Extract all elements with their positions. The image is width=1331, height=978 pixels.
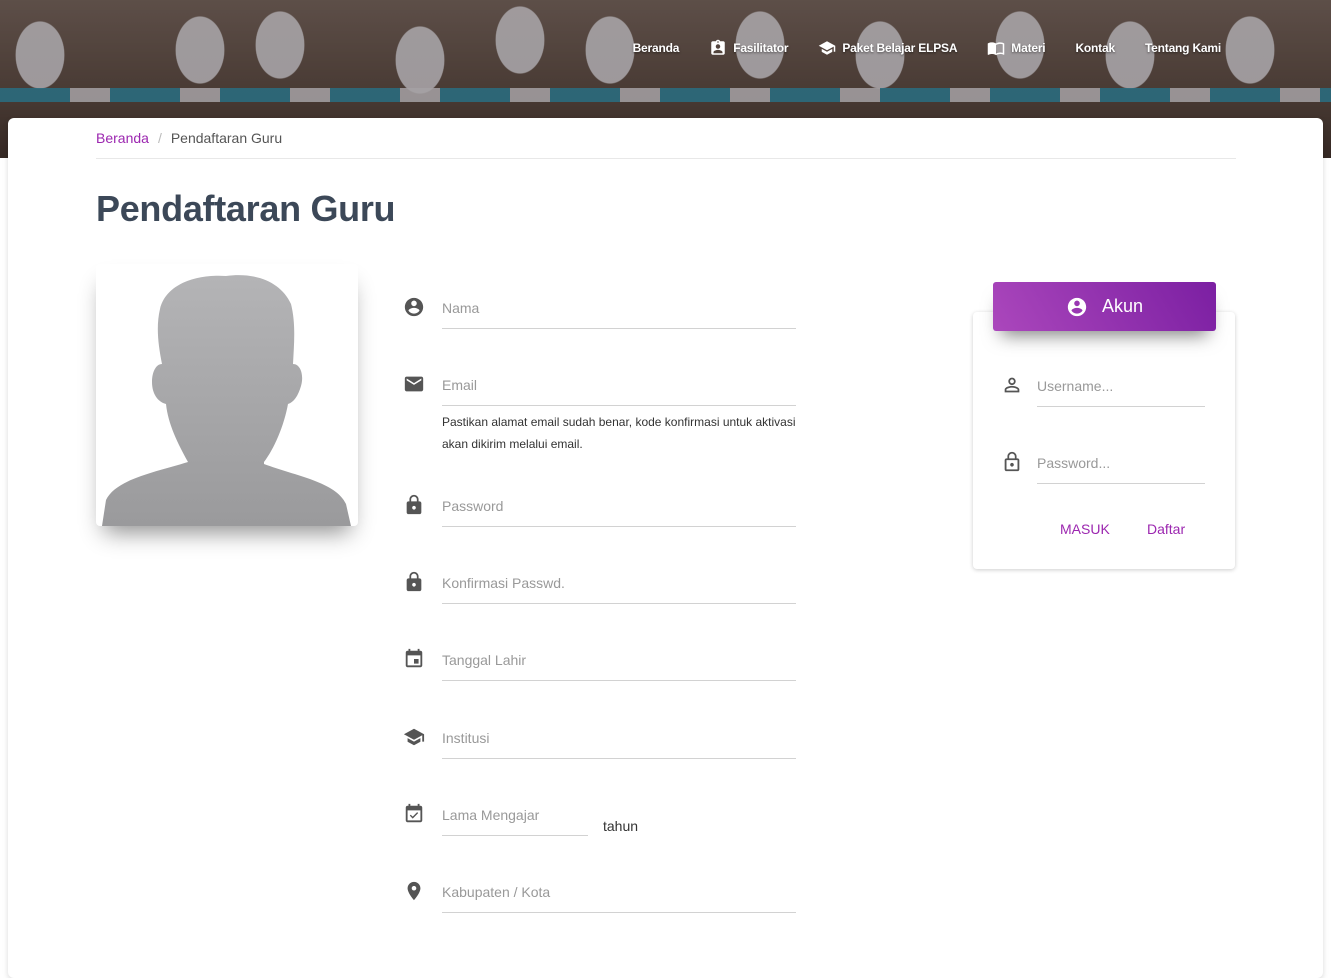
institusi-input[interactable] [442, 726, 796, 759]
email-field [403, 373, 803, 413]
nama-field [403, 296, 803, 336]
location-pin-icon [403, 880, 427, 904]
masuk-button[interactable]: MASUK [1052, 515, 1118, 543]
top-navigation: Beranda Fasilitator Paket Belajar ELPSA … [603, 38, 1221, 58]
tanggal-lahir-input[interactable] [442, 648, 796, 681]
nama-input[interactable] [442, 296, 796, 329]
kabupaten-input[interactable] [442, 880, 796, 913]
breadcrumb: Beranda / Pendaftaran Guru [96, 130, 282, 146]
nav-item-materi[interactable]: Materi [987, 39, 1046, 57]
password-field [403, 494, 803, 534]
book-icon [988, 42, 1005, 56]
breadcrumb-separator: / [157, 130, 162, 146]
nav-item-beranda[interactable]: Beranda [633, 41, 680, 55]
lama-mengajar-input[interactable] [442, 803, 588, 836]
login-password-field [1001, 451, 1211, 491]
password-input[interactable] [442, 494, 796, 527]
username-input[interactable] [1037, 374, 1205, 407]
badge-icon [711, 39, 725, 55]
person-outline-icon [1001, 374, 1023, 401]
breadcrumb-home-link[interactable]: Beranda [96, 130, 149, 146]
profile-photo-placeholder[interactable] [96, 264, 358, 526]
konfirmasi-password-input[interactable] [442, 571, 796, 604]
email-input[interactable] [442, 373, 796, 406]
nav-label: Materi [1011, 41, 1046, 55]
kabupaten-field [403, 880, 803, 920]
nav-item-kontak[interactable]: Kontak [1075, 41, 1115, 55]
konfirmasi-password-field [403, 571, 803, 611]
lock-icon [403, 571, 427, 595]
nav-label: Kontak [1075, 41, 1115, 55]
nav-label: Fasilitator [733, 41, 789, 55]
nav-item-fasilitator[interactable]: Fasilitator [709, 39, 789, 57]
nav-label: Tentang Kami [1144, 41, 1221, 55]
nav-label: Beranda [632, 41, 680, 55]
school-icon [819, 41, 836, 55]
main-card: Beranda / Pendaftaran Guru Pendaftaran Gur… [8, 118, 1323, 978]
mail-icon [403, 373, 427, 397]
person-silhouette-icon [102, 275, 351, 526]
page-title: Pendaftaran Guru [96, 188, 396, 229]
school-icon [403, 726, 427, 750]
institusi-field [403, 726, 803, 766]
login-card: MASUK Daftar [973, 312, 1235, 569]
tanggal-lahir-field [403, 648, 803, 688]
daftar-button[interactable]: Daftar [1139, 515, 1193, 543]
lock-outline-icon [1001, 451, 1023, 478]
event-available-icon [403, 803, 427, 827]
lama-mengajar-unit: tahun [603, 818, 639, 834]
account-circle-icon [403, 296, 427, 320]
username-field [1001, 374, 1211, 414]
calendar-icon [403, 648, 427, 672]
email-helper-text: Pastikan alamat email sudah benar, kode … [442, 415, 796, 451]
divider [96, 158, 1236, 159]
nav-item-tentang-kami[interactable]: Tentang Kami [1145, 41, 1221, 55]
login-header-label: Akun [1101, 296, 1144, 316]
nav-label: Paket Belajar ELPSA [842, 41, 958, 55]
account-circle-icon [1067, 297, 1087, 316]
breadcrumb-current: Pendaftaran Guru [170, 130, 283, 146]
nav-item-paket-belajar[interactable]: Paket Belajar ELPSA [818, 39, 957, 57]
lock-icon [403, 494, 427, 518]
login-password-input[interactable] [1037, 451, 1205, 484]
login-card-header: Akun [993, 282, 1216, 331]
